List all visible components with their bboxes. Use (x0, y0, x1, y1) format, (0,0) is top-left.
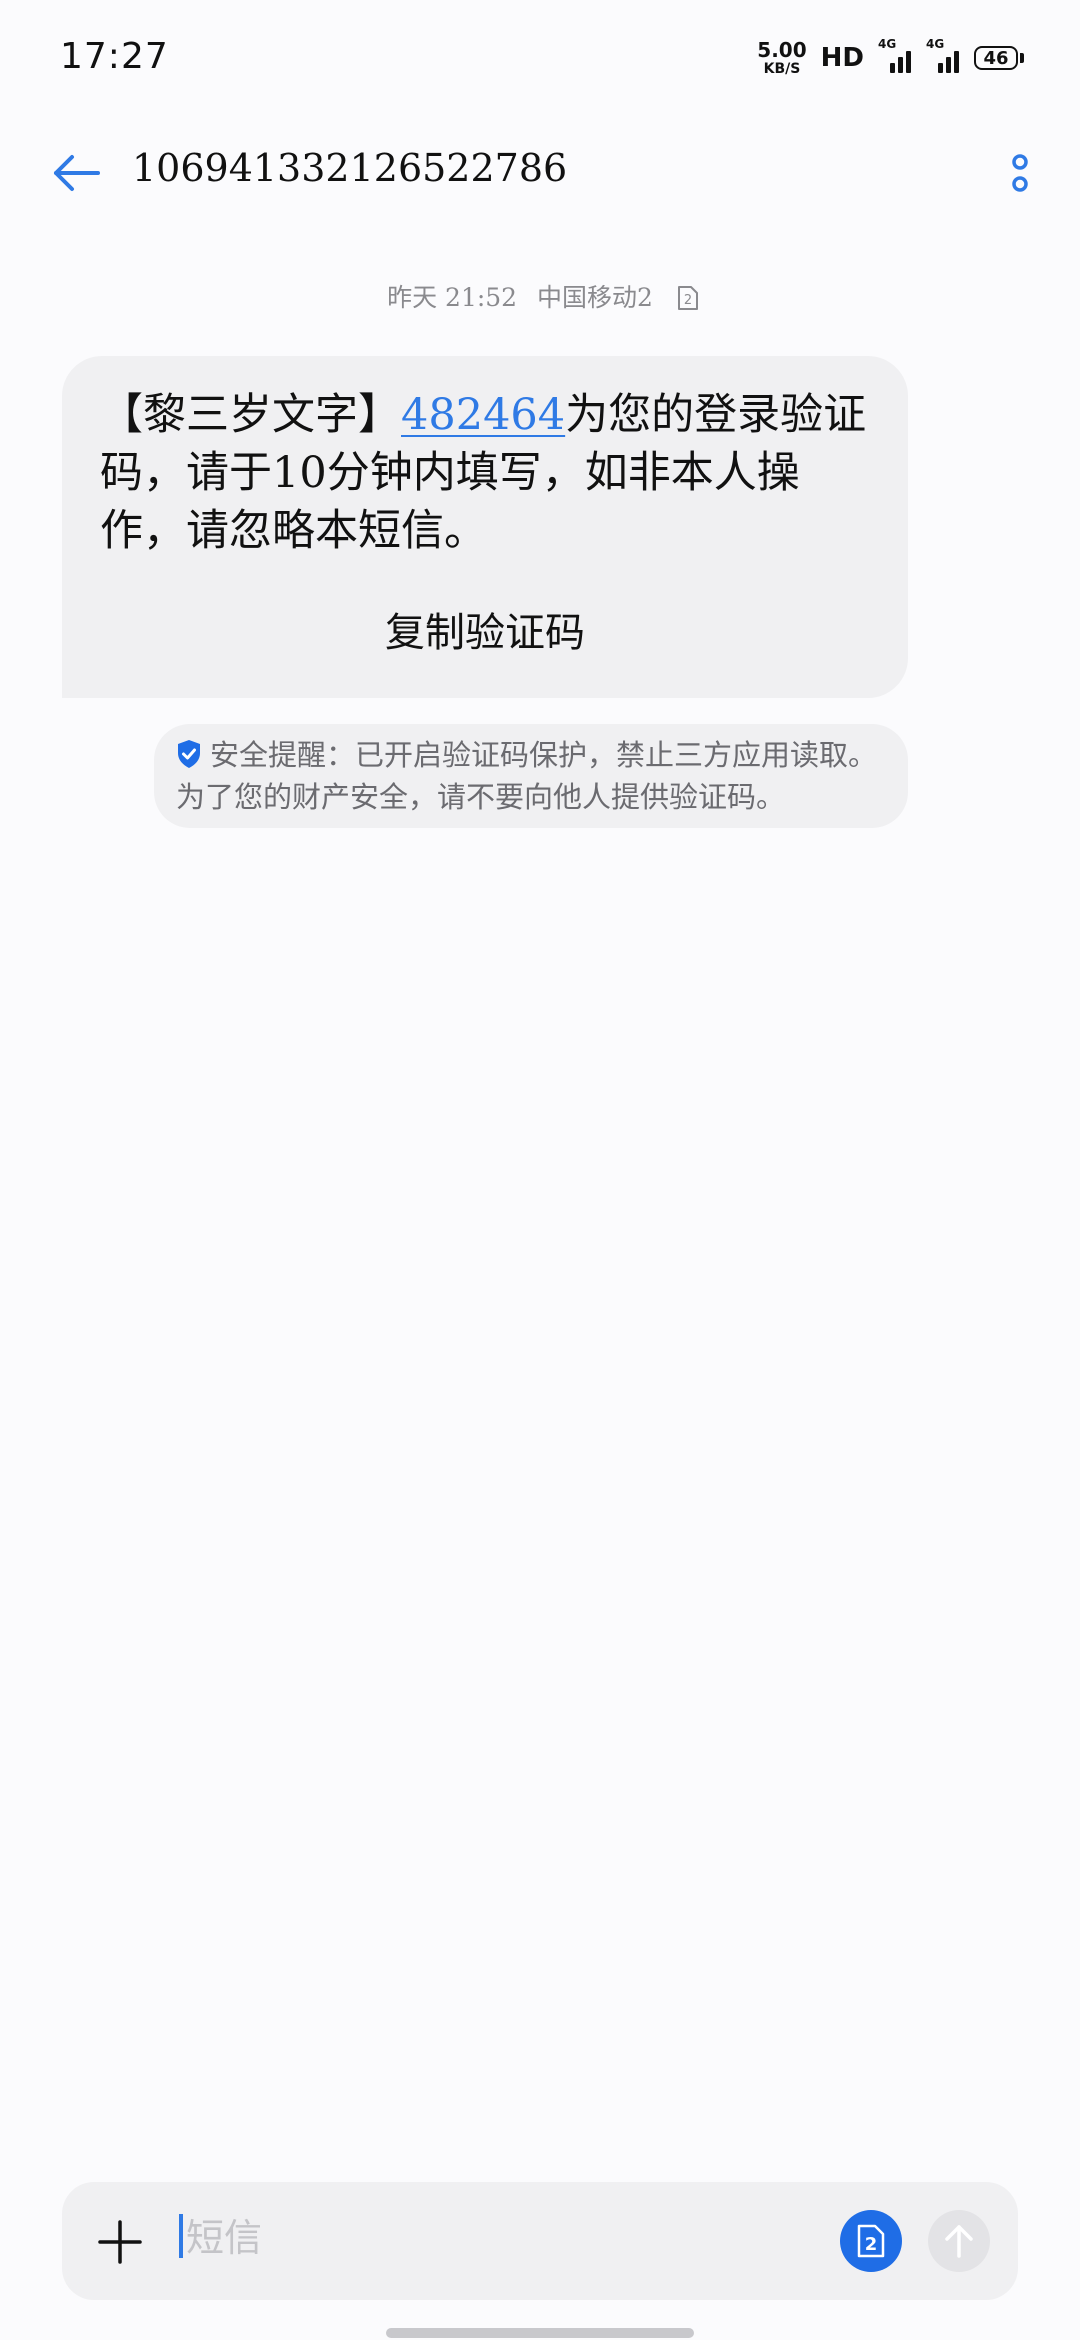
conversation-header: 106941332126522786 (0, 130, 1080, 216)
message-text: 【黎三岁文字】482464为您的登录验证码，请于10分钟内填写，如非本人操作，请… (100, 386, 868, 560)
sim-card-icon: 2 (677, 285, 698, 310)
back-button[interactable] (50, 148, 106, 198)
more-options-button[interactable] (1008, 152, 1032, 196)
text-cursor (179, 2214, 183, 2258)
message-composer: 2 (62, 2182, 1018, 2300)
arrow-up-icon (945, 2225, 973, 2258)
signal-bar (898, 57, 903, 73)
arrow-left-icon (54, 155, 100, 191)
network-speed-value: 5.00 (757, 38, 807, 62)
message-carrier: 中国移动2 (537, 283, 653, 312)
battery-level: 46 (974, 46, 1018, 70)
signal-sim2-icon: 4G (926, 37, 960, 73)
signal-bar (890, 63, 895, 73)
message-timestamp: 昨天 21:52 (387, 283, 518, 312)
message-meta: 昨天 21:52 中国移动2 2 (0, 278, 1080, 314)
message-bubble[interactable]: 【黎三岁文字】482464为您的登录验证码，请于10分钟内填写，如非本人操作，请… (62, 356, 908, 698)
send-button[interactable] (928, 2210, 990, 2272)
signal-bar (906, 51, 911, 73)
status-time: 17:27 (60, 36, 169, 77)
copy-code-button[interactable]: 复制验证码 (62, 600, 908, 658)
message-prefix: 【黎三岁文字】 (100, 390, 401, 440)
status-indicators: 5.00 KB/S HD 4G 4G 46 (757, 37, 1024, 78)
signal-sim1-label: 4G (878, 37, 897, 51)
sim-select-button[interactable]: 2 (840, 2210, 902, 2272)
attach-button[interactable] (98, 2220, 142, 2264)
hd-voice-icon: HD (820, 43, 864, 73)
signal-bar (946, 57, 951, 73)
verification-code-link[interactable]: 482464 (401, 390, 565, 440)
battery-icon: 46 (974, 46, 1024, 70)
home-indicator[interactable] (386, 2328, 694, 2338)
signal-bar (938, 63, 943, 73)
battery-tip (1020, 53, 1024, 63)
signal-bar (954, 51, 959, 73)
signal-sim1-icon: 4G (878, 37, 912, 73)
status-bar: 17:27 5.00 KB/S HD 4G 4G 46 (0, 0, 1080, 110)
signal-sim2-label: 4G (926, 37, 945, 51)
security-notice-text: 安全提醒：已开启验证码保护，禁止三方应用读取。为了您的财产安全，请不要向他人提供… (176, 738, 878, 814)
more-vertical-icon (1012, 154, 1028, 192)
network-speed: 5.00 KB/S (757, 40, 806, 76)
sms-conversation-screen: 17:27 5.00 KB/S HD 4G 4G 46 106941332126… (0, 0, 1080, 2340)
shield-check-icon (178, 740, 200, 768)
sim-card-icon: 2 (857, 2224, 885, 2258)
sim-card-number: 2 (684, 293, 692, 308)
message-input[interactable] (186, 2208, 746, 2268)
network-speed-unit: KB/S (763, 61, 801, 77)
sim-select-number: 2 (865, 2234, 878, 2255)
security-notice: 安全提醒：已开启验证码保护，禁止三方应用读取。为了您的财产安全，请不要向他人提供… (154, 724, 908, 828)
plus-icon (98, 2220, 142, 2264)
sender-number: 106941332126522786 (132, 146, 568, 190)
